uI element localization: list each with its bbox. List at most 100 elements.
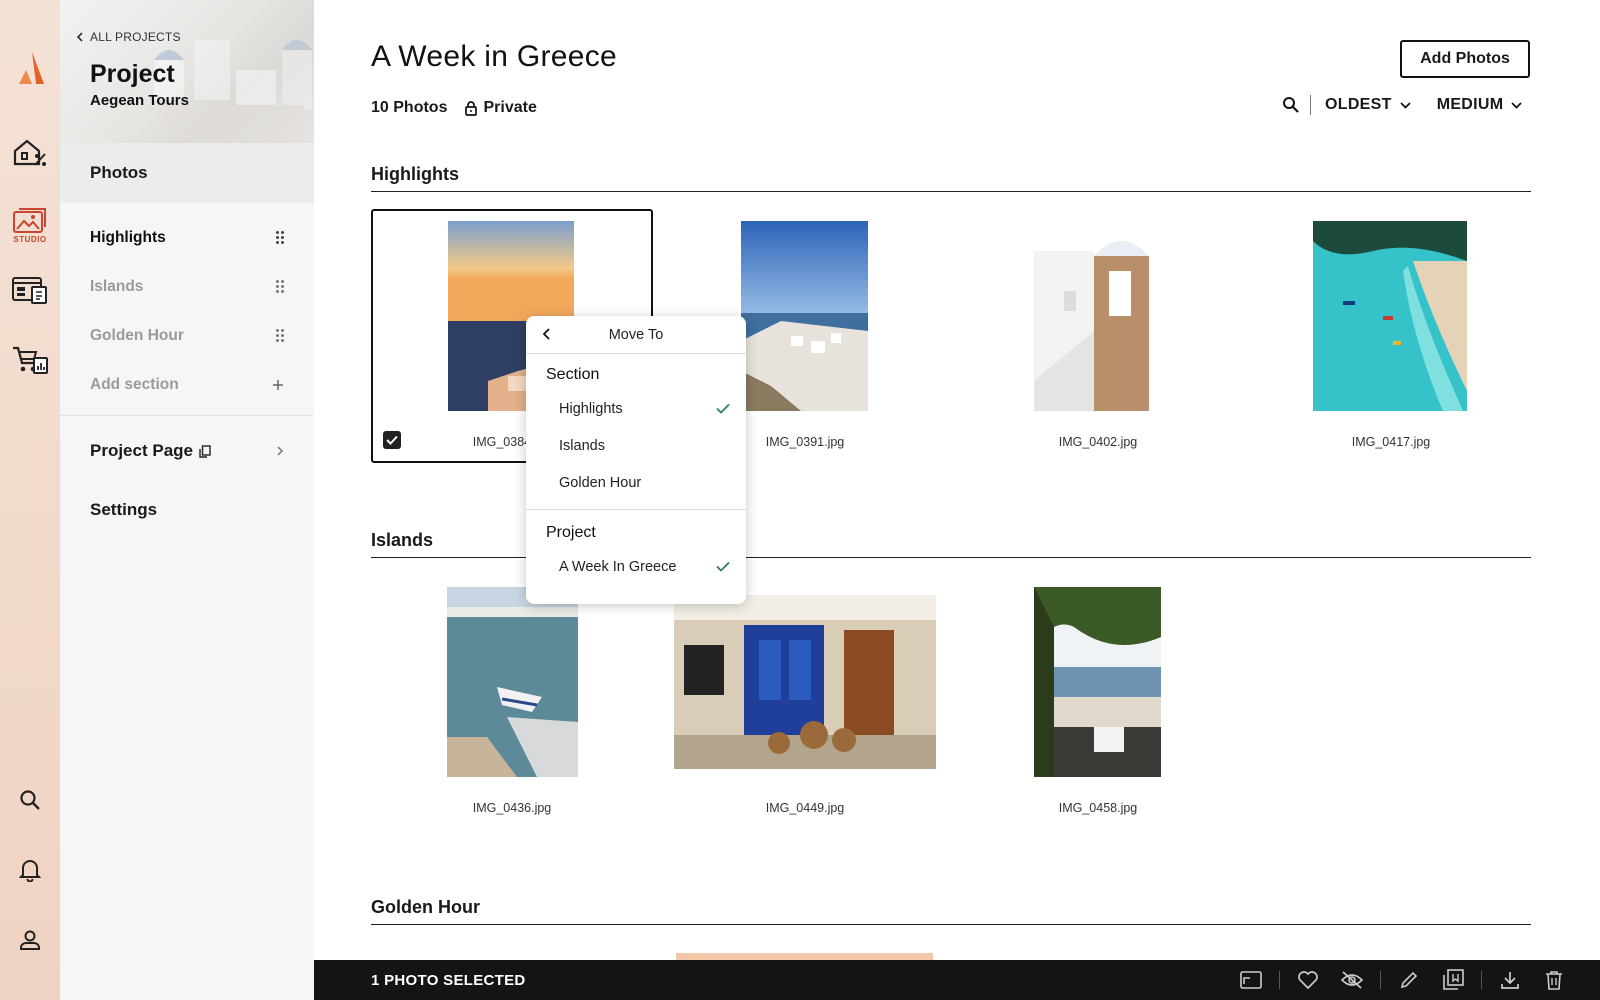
- photo-count: 10 Photos: [371, 99, 448, 116]
- project-group-label: Project: [546, 524, 596, 541]
- add-section-label: Add section: [90, 375, 179, 393]
- move-option-highlights[interactable]: Highlights: [526, 390, 746, 427]
- rail-store[interactable]: [0, 342, 60, 378]
- photo-thumbnail[interactable]: [1034, 587, 1161, 777]
- chevron-down-icon: [1511, 101, 1522, 109]
- edit-button[interactable]: [1387, 970, 1431, 990]
- sidebar-divider: [60, 415, 314, 416]
- studio-gallery-icon: [13, 207, 46, 233]
- menu-divider: [526, 509, 746, 510]
- move-option-project[interactable]: A Week In Greece: [526, 548, 746, 585]
- sidebar-section-golden-hour[interactable]: Golden Hour: [60, 311, 314, 360]
- size-dropdown[interactable]: MEDIUM: [1437, 96, 1523, 114]
- photo-thumbnail[interactable]: [447, 587, 578, 777]
- settings-label: Settings: [90, 500, 158, 519]
- photo-thumbnail[interactable]: [1034, 221, 1161, 411]
- search-icon: [20, 790, 40, 810]
- rail-account[interactable]: [0, 922, 60, 958]
- sidebar-section-highlights[interactable]: Highlights: [60, 213, 314, 262]
- bell-icon: [19, 860, 41, 882]
- chevron-right-icon: [277, 446, 284, 456]
- move-to-icon: [1443, 969, 1464, 990]
- size-label: MEDIUM: [1436, 96, 1504, 113]
- privacy-label: Private: [483, 99, 537, 116]
- sidebar-section-islands[interactable]: Islands: [60, 262, 314, 311]
- move-to-menu: Move To Section Highlights Islands Golde…: [526, 316, 746, 604]
- harbor-view-photo: [1034, 587, 1161, 777]
- home-percent-icon: [13, 139, 46, 166]
- project-page-label: Project Page: [90, 441, 193, 460]
- project-name: Aegean Tours: [90, 92, 189, 109]
- photo-tile[interactable]: IMG_0417.jpg: [1250, 209, 1532, 463]
- move-to-header: Move To: [526, 316, 746, 354]
- photo-thumbnail[interactable]: [1313, 221, 1467, 411]
- checkmark-icon: [716, 403, 730, 414]
- project-label: Project: [90, 60, 175, 88]
- trash-icon: [1546, 971, 1562, 990]
- project-meta: 10 Photos Private: [371, 99, 537, 117]
- sort-dropdown[interactable]: OLDEST: [1325, 96, 1411, 114]
- set-cover-button[interactable]: [1229, 971, 1273, 989]
- lock-icon: [465, 100, 478, 116]
- hide-button[interactable]: [1330, 970, 1374, 990]
- favorite-button[interactable]: [1286, 970, 1330, 990]
- drag-handle-icon[interactable]: [276, 231, 284, 244]
- photo-thumbnail-partial[interactable]: [676, 953, 933, 960]
- rail-home[interactable]: [0, 132, 60, 172]
- section-group-label: Section: [546, 366, 600, 383]
- project-page-link[interactable]: Project Page: [60, 422, 314, 480]
- download-icon: [1501, 972, 1519, 989]
- view-tools: OLDEST MEDIUM: [1282, 95, 1522, 115]
- check-icon: [386, 435, 398, 445]
- logo-icon: [19, 52, 44, 84]
- rail-studio[interactable]: STUDIO: [0, 202, 60, 248]
- section-label: Golden Hour: [90, 326, 184, 344]
- app-logo[interactable]: [0, 48, 60, 88]
- photo-tile[interactable]: IMG_0449.jpg: [664, 576, 946, 830]
- photo-filename: IMG_0458.jpg: [1058, 801, 1138, 815]
- rail-websites[interactable]: [0, 272, 60, 308]
- settings-link[interactable]: Settings: [60, 480, 314, 540]
- sidebar-item-photos[interactable]: Photos: [60, 143, 314, 203]
- back-chevron-icon[interactable]: [542, 327, 551, 341]
- photo-thumbnail[interactable]: [674, 595, 936, 769]
- add-section-button[interactable]: Add section: [60, 360, 314, 409]
- cart-stats-icon: [13, 346, 48, 374]
- selection-bar: 1 PHOTO SELECTED: [314, 960, 1600, 1000]
- bell-tower-photo: [1034, 221, 1161, 411]
- search-icon[interactable]: [1282, 96, 1300, 114]
- option-label: Islands: [559, 437, 605, 454]
- oia-photo: [741, 221, 868, 411]
- move-option-islands[interactable]: Islands: [526, 427, 746, 464]
- photo-tile[interactable]: IMG_0458.jpg: [957, 576, 1239, 830]
- photo-thumbnail[interactable]: [741, 221, 868, 411]
- beach-photo: [1313, 221, 1467, 411]
- selection-actions: [1229, 969, 1576, 991]
- action-divider: [1380, 971, 1381, 989]
- move-option-golden-hour[interactable]: Golden Hour: [526, 464, 746, 501]
- photo-filename: IMG_0402.jpg: [1058, 435, 1138, 449]
- move-copy-button[interactable]: [1431, 969, 1475, 991]
- studio-label: STUDIO: [13, 234, 47, 244]
- photo-filename: IMG_0436.jpg: [472, 801, 552, 815]
- select-checkbox[interactable]: [383, 431, 401, 449]
- cover-image-icon: [1240, 971, 1262, 989]
- checkmark-icon: [716, 561, 730, 572]
- section-label: Islands: [90, 277, 144, 295]
- photo-tile[interactable]: IMG_0402.jpg: [957, 209, 1239, 463]
- heart-icon: [1298, 971, 1318, 990]
- rail-notifications[interactable]: [0, 852, 60, 888]
- plus-icon: [273, 379, 283, 390]
- photo-tile[interactable]: IMG_0436.jpg: [371, 576, 653, 830]
- all-projects-link[interactable]: ALL PROJECTS: [76, 30, 181, 44]
- privacy-toggle[interactable]: Private: [465, 99, 537, 117]
- delete-button[interactable]: [1532, 970, 1576, 990]
- eye-off-icon: [1340, 971, 1364, 989]
- photo-filename: IMG_0417.jpg: [1351, 435, 1431, 449]
- download-button[interactable]: [1488, 970, 1532, 990]
- add-photos-button[interactable]: Add Photos: [1400, 40, 1530, 78]
- drag-handle-icon[interactable]: [276, 280, 284, 293]
- rail-search[interactable]: [0, 782, 60, 818]
- drag-handle-icon[interactable]: [276, 329, 284, 342]
- boat-photo: [447, 587, 578, 777]
